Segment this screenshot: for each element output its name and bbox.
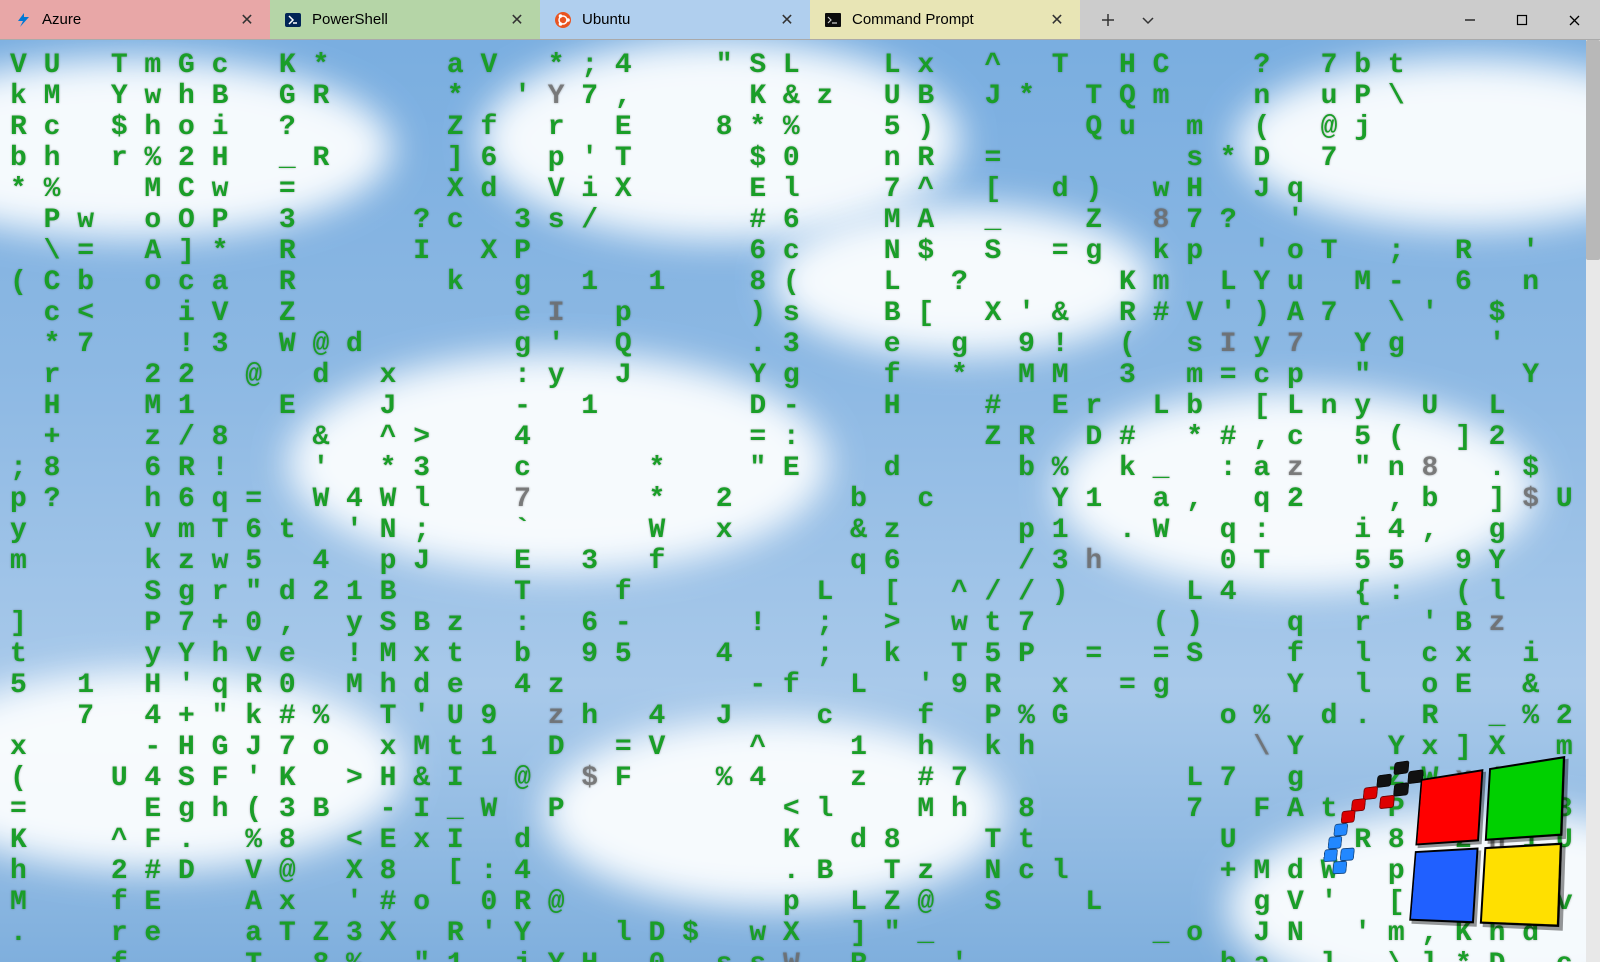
terminal-window: Azure ✕ PowerShell ✕ Ubuntu ✕ (0, 0, 1600, 962)
retro-windows-logo (1331, 718, 1565, 936)
logo-panel-blue (1409, 847, 1478, 923)
close-icon[interactable]: ✕ (778, 11, 796, 29)
logo-panels (1409, 756, 1565, 927)
scrollbar-thumb[interactable] (1586, 40, 1600, 260)
titlebar: Azure ✕ PowerShell ✕ Ubuntu ✕ (0, 0, 1600, 40)
maximize-button[interactable] (1496, 0, 1548, 40)
logo-panel-yellow (1480, 843, 1562, 927)
logo-trail (1321, 758, 1429, 886)
close-button[interactable] (1548, 0, 1600, 40)
scrollbar-track[interactable] (1586, 40, 1600, 962)
azure-icon (14, 11, 32, 29)
tab-powershell[interactable]: PowerShell ✕ (270, 0, 540, 39)
tab-dropdown-button[interactable] (1128, 0, 1168, 40)
tab-strip: Azure ✕ PowerShell ✕ Ubuntu ✕ (0, 0, 1080, 39)
ubuntu-icon (554, 11, 572, 29)
close-icon[interactable]: ✕ (508, 11, 526, 29)
window-controls (1444, 0, 1600, 39)
tab-label: Ubuntu (582, 11, 768, 28)
tab-label: PowerShell (312, 11, 498, 28)
tab-azure[interactable]: Azure ✕ (0, 0, 270, 39)
tab-label: Command Prompt (852, 11, 1038, 28)
tab-ubuntu[interactable]: Ubuntu ✕ (540, 0, 810, 39)
cmd-icon (824, 11, 842, 29)
close-icon[interactable]: ✕ (238, 11, 256, 29)
powershell-icon (284, 11, 302, 29)
tab-label: Azure (42, 11, 228, 28)
tab-actions (1088, 0, 1168, 39)
logo-panel-green (1485, 756, 1565, 841)
close-icon[interactable]: ✕ (1048, 11, 1066, 29)
tab-cmd[interactable]: Command Prompt ✕ (810, 0, 1080, 39)
new-tab-button[interactable] (1088, 0, 1128, 40)
terminal-content[interactable]: V U T m G c K * a V * ; 4 " S L L x ^ T … (0, 40, 1600, 962)
logo-panel-red (1415, 769, 1483, 845)
minimize-button[interactable] (1444, 0, 1496, 40)
